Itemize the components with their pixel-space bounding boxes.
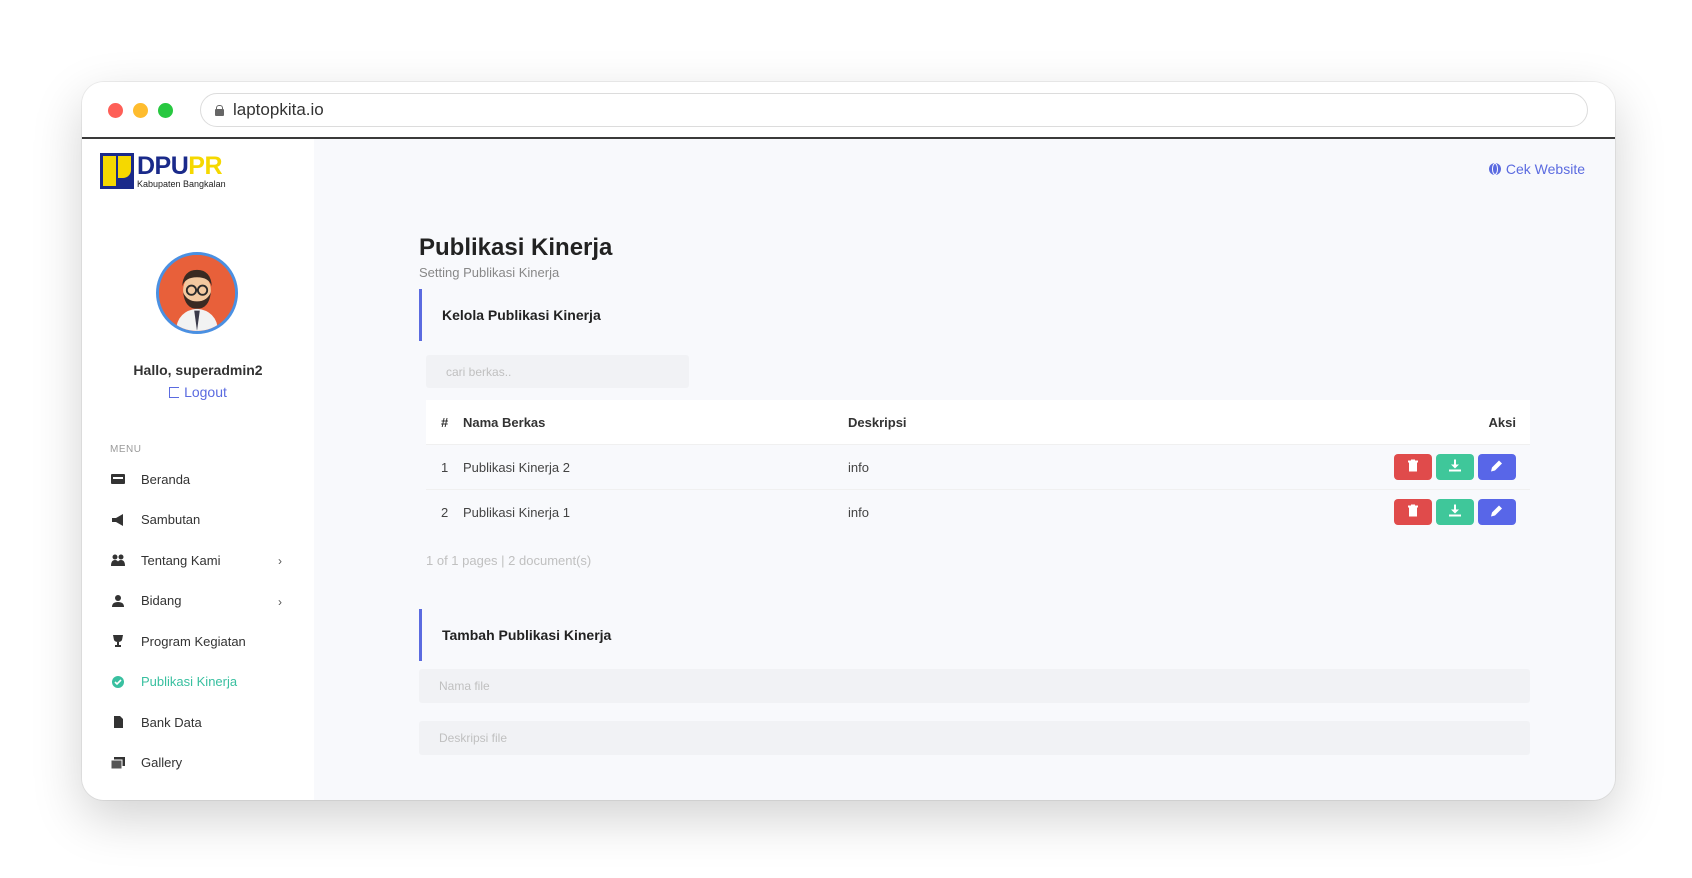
logout-label: Logout — [184, 384, 227, 400]
images-icon — [110, 756, 125, 770]
browser-toolbar: laptopkita.io — [82, 82, 1615, 139]
logo-title: DPUPR — [137, 152, 223, 180]
edit-button[interactable] — [1478, 499, 1516, 525]
people-icon — [111, 554, 125, 567]
pencil-icon — [1491, 460, 1503, 475]
sidebar-item-tentang-kami[interactable]: Tentang Kami › — [82, 540, 314, 581]
sidebar-item-sambutan[interactable]: Sambutan — [82, 500, 314, 541]
table-header: # Nama Berkas Deskripsi Aksi — [426, 400, 1530, 444]
download-button[interactable] — [1436, 454, 1474, 480]
sidebar-item-program-kegiatan[interactable]: Program Kegiatan — [82, 621, 314, 662]
sidebar-item-bidang[interactable]: Bidang › — [82, 581, 314, 622]
file-icon — [111, 716, 125, 729]
trophy-icon — [111, 635, 125, 648]
sidebar-item-label: Sambutan — [141, 512, 201, 528]
check-badge-icon — [111, 675, 125, 688]
trash-icon — [1408, 459, 1418, 475]
row-description: info — [848, 504, 869, 520]
megaphone-icon — [111, 513, 125, 526]
manage-section-heading: Kelola Publikasi Kinerja — [419, 289, 601, 341]
row-actions — [1368, 454, 1530, 480]
sidebar-item-publikasi-kinerja[interactable]: Publikasi Kinerja — [82, 662, 314, 703]
logo-subtitle: Kabupaten Bangkalan — [137, 179, 226, 189]
search-input[interactable] — [426, 355, 689, 388]
row-file-name: Publikasi Kinerja 2 — [463, 459, 570, 475]
column-header-description: Deskripsi — [848, 414, 907, 430]
pencil-icon — [1491, 505, 1503, 520]
sidebar-menu: Beranda Sambutan Tentang Kami › Bidang ›… — [82, 459, 314, 783]
row-actions — [1368, 499, 1530, 525]
sidebar-item-bank-data[interactable]: Bank Data — [82, 702, 314, 743]
row-description: info — [848, 459, 869, 475]
minimize-window-button[interactable] — [133, 103, 148, 118]
files-table: # Nama Berkas Deskripsi Aksi 1 Publikasi… — [426, 400, 1530, 534]
greeting: Hallo, superadmin2 — [133, 362, 263, 378]
pagination-info: 1 of 1 pages | 2 document(s) — [426, 553, 592, 568]
menu-section-label: MENU — [110, 444, 142, 455]
page-subtitle: Setting Publikasi Kinerja — [419, 265, 560, 280]
sidebar-item-beranda[interactable]: Beranda — [82, 459, 314, 500]
logout-icon — [169, 387, 180, 398]
main-content: Cek Website Publikasi Kinerja Setting Pu… — [314, 139, 1615, 800]
maximize-window-button[interactable] — [158, 103, 173, 118]
card-icon — [111, 473, 125, 485]
table-row: 2 Publikasi Kinerja 1 info — [426, 489, 1530, 534]
column-header-name: Nama Berkas — [463, 414, 546, 430]
sidebar-item-label: Tentang Kami — [141, 552, 221, 568]
row-number: 2 — [441, 504, 449, 520]
delete-button[interactable] — [1394, 454, 1432, 480]
trash-icon — [1408, 504, 1418, 520]
sidebar-item-label: Beranda — [141, 471, 191, 487]
chevron-right-icon: › — [278, 554, 282, 568]
sidebar-item-label: Bank Data — [141, 714, 202, 730]
globe-icon — [1488, 163, 1501, 175]
person-icon — [111, 594, 125, 607]
column-header-number: # — [441, 414, 449, 430]
sidebar-item-label: Gallery — [141, 755, 183, 771]
address-bar[interactable]: laptopkita.io — [200, 93, 1588, 127]
cek-website-label: Cek Website — [1505, 161, 1585, 177]
download-icon — [1449, 504, 1461, 520]
sidebar-item-label: Program Kegiatan — [141, 633, 246, 649]
close-window-button[interactable] — [108, 103, 123, 118]
browser-window: laptopkita.io DPUPR Kabupaten Bangkalan … — [82, 82, 1615, 800]
row-number: 1 — [441, 459, 449, 475]
url-text: laptopkita.io — [233, 100, 324, 119]
sidebar-item-label: Bidang — [141, 593, 182, 609]
sidebar-item-gallery[interactable]: Gallery — [82, 743, 314, 784]
sidebar: DPUPR Kabupaten Bangkalan Hallo, superad… — [82, 139, 314, 800]
sidebar-item-label: Publikasi Kinerja — [141, 674, 238, 690]
avatar — [156, 252, 238, 334]
delete-button[interactable] — [1394, 499, 1432, 525]
table-row: 1 Publikasi Kinerja 2 info — [426, 444, 1530, 489]
page-title: Publikasi Kinerja — [419, 234, 613, 261]
file-name-input[interactable] — [419, 669, 1530, 703]
logo[interactable]: DPUPR Kabupaten Bangkalan — [100, 152, 250, 191]
download-button[interactable] — [1436, 499, 1474, 525]
chevron-right-icon: › — [278, 594, 282, 609]
row-file-name: Publikasi Kinerja 1 — [463, 504, 570, 520]
column-header-actions: Aksi — [1488, 414, 1516, 430]
edit-button[interactable] — [1478, 454, 1516, 480]
download-icon — [1449, 459, 1461, 475]
cek-website-link[interactable]: Cek Website — [1488, 161, 1585, 177]
file-description-input[interactable] — [419, 721, 1530, 755]
add-section-heading: Tambah Publikasi Kinerja — [419, 609, 611, 661]
lock-icon — [215, 104, 224, 116]
logout-link[interactable]: Logout — [82, 384, 314, 400]
logo-mark-icon — [100, 153, 134, 189]
